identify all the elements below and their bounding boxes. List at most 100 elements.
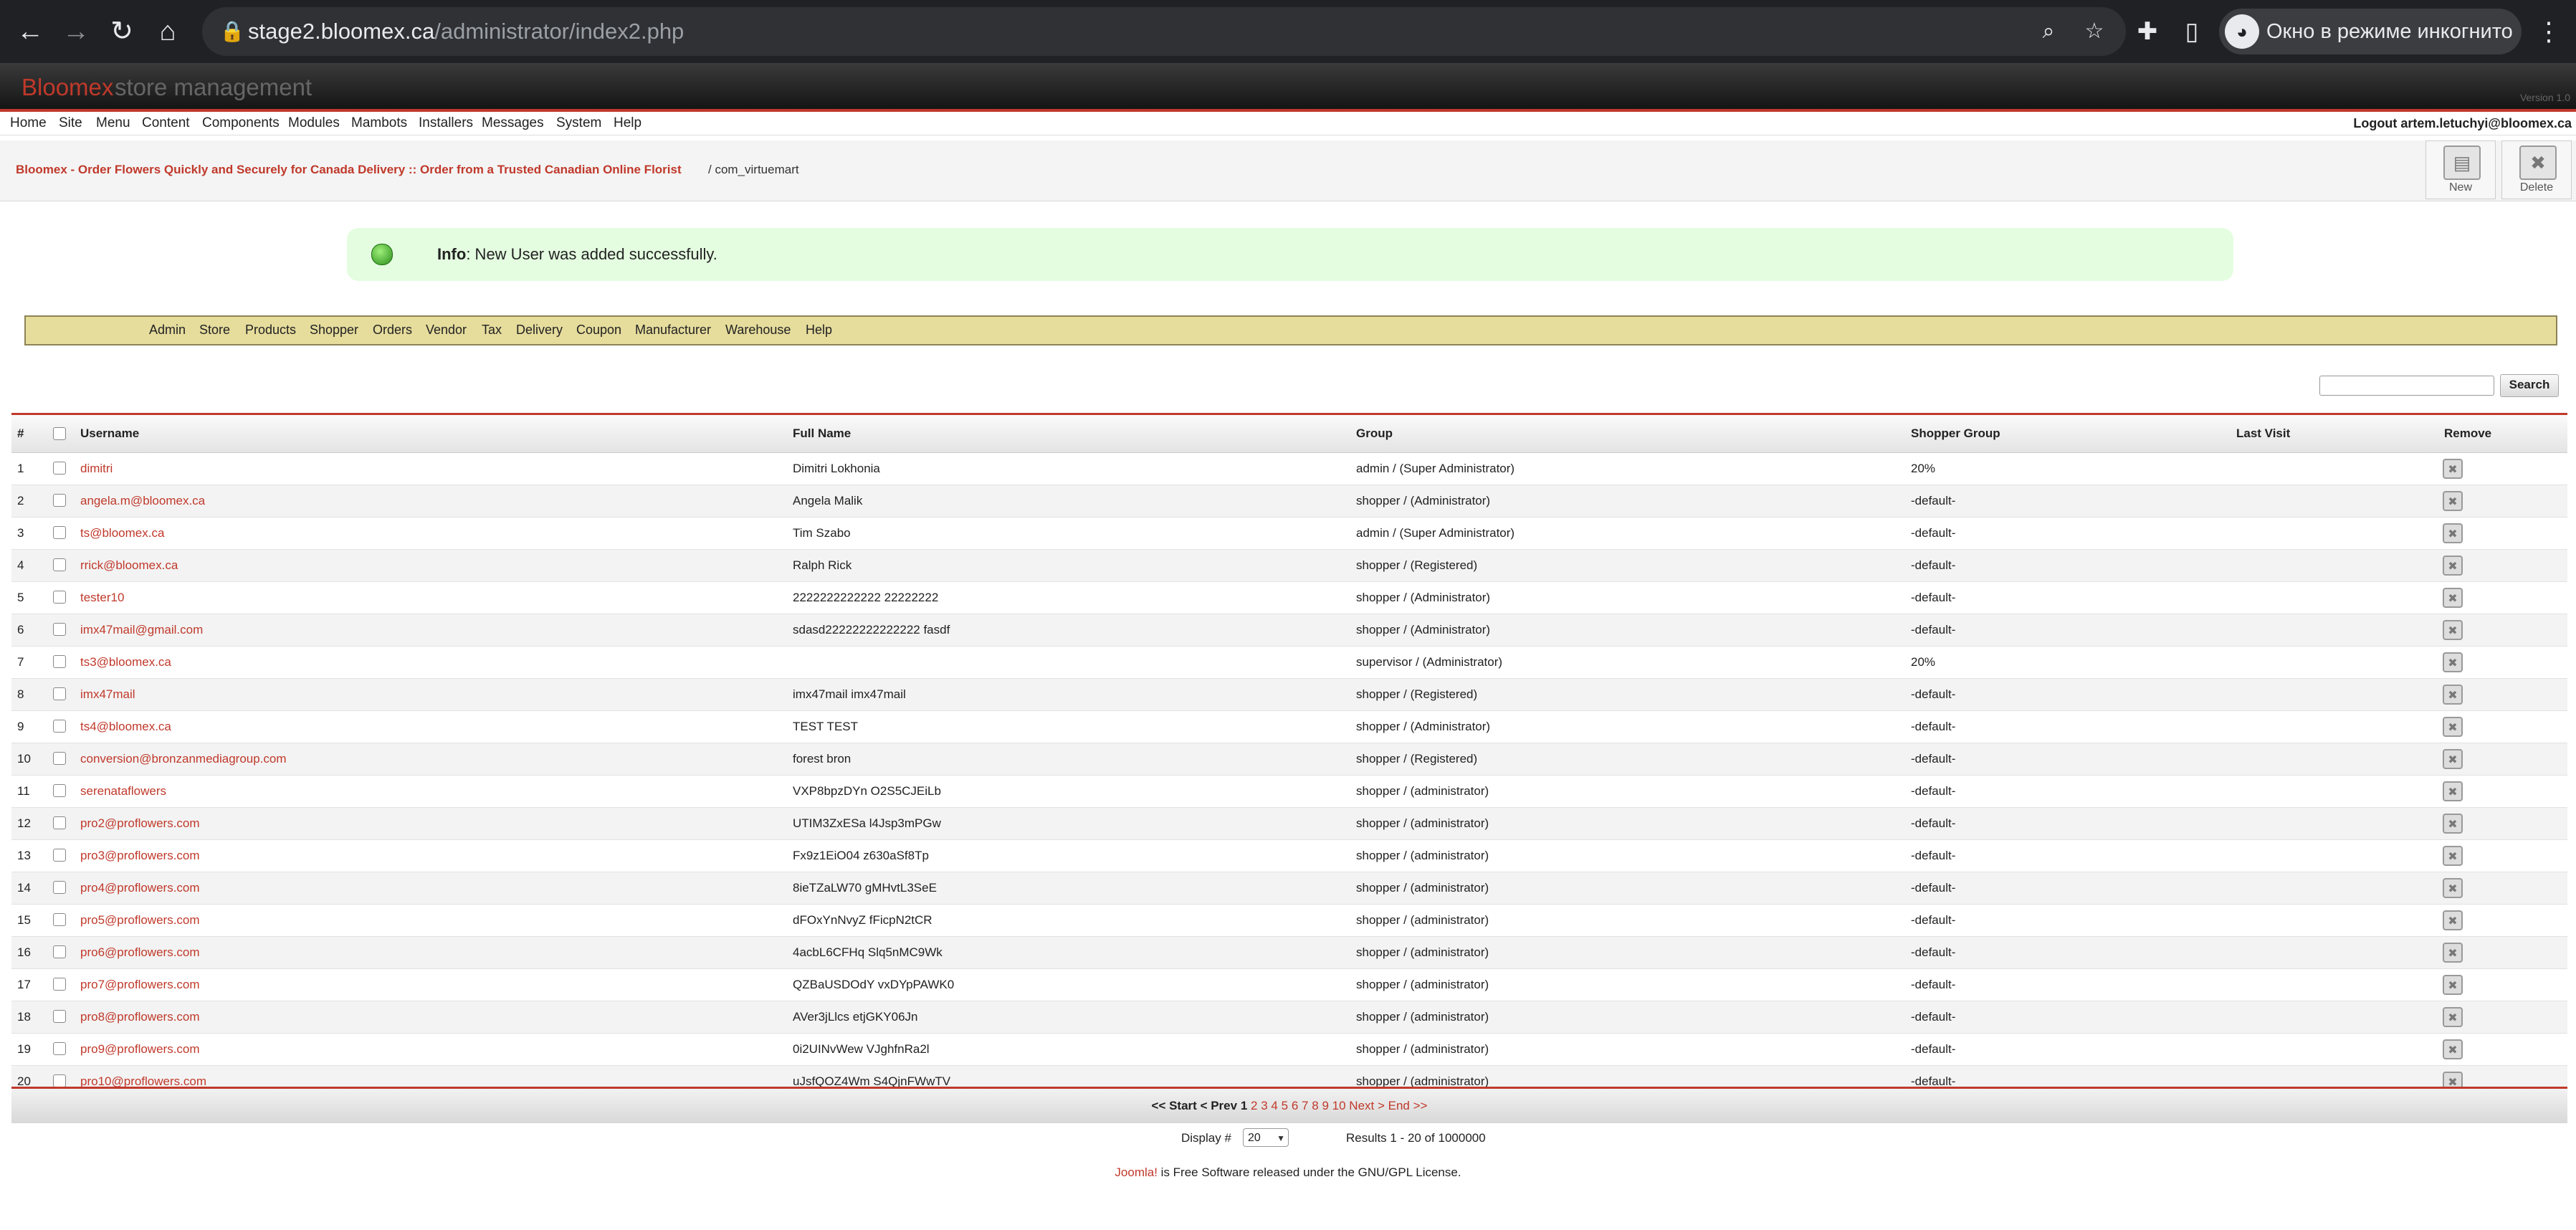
vm-menu-tax[interactable]: Tax [482,321,502,338]
remove-icon[interactable]: ✖ [2443,523,2463,543]
page-end[interactable]: End >> [1388,1099,1428,1112]
username-link[interactable]: pro4@proflowers.com [80,879,200,897]
row-checkbox[interactable] [53,462,66,475]
remove-icon[interactable]: ✖ [2443,717,2463,737]
row-checkbox[interactable] [53,784,66,797]
remove-icon[interactable]: ✖ [2443,749,2463,769]
username-link[interactable]: angela.m@bloomex.ca [80,492,205,510]
username-link[interactable]: pro8@proflowers.com [80,1009,200,1026]
row-checkbox[interactable] [53,913,66,926]
vm-menu-shopper[interactable]: Shopper [310,321,358,338]
side-panel-icon[interactable]: ▯ [2170,10,2213,53]
row-checkbox[interactable] [53,591,66,604]
username-link[interactable]: ts3@bloomex.ca [80,654,171,671]
vm-menu-warehouse[interactable]: Warehouse [725,321,791,338]
row-checkbox[interactable] [53,881,66,894]
vm-menu-manufacturer[interactable]: Manufacturer [635,321,711,338]
username-link[interactable]: pro9@proflowers.com [80,1041,200,1058]
remove-icon[interactable]: ✖ [2443,943,2463,963]
page-link[interactable]: 3 [1261,1099,1267,1112]
vm-menu-coupon[interactable]: Coupon [576,321,621,338]
remove-icon[interactable]: ✖ [2443,814,2463,834]
page-link[interactable]: 2 [1251,1099,1257,1112]
page-link[interactable]: 4 [1271,1099,1277,1112]
row-checkbox[interactable] [53,816,66,829]
remove-icon[interactable]: ✖ [2443,781,2463,801]
menu-site[interactable]: Site [59,115,82,132]
page-next[interactable]: Next > [1349,1099,1385,1112]
username-link[interactable]: pro6@proflowers.com [80,944,200,961]
remove-icon[interactable]: ✖ [2443,685,2463,705]
star-icon[interactable]: ☆ [2080,17,2109,46]
remove-icon[interactable]: ✖ [2443,588,2463,608]
username-link[interactable]: imx47mail [80,686,135,703]
row-checkbox[interactable] [53,623,66,636]
username-link[interactable]: conversion@bronzanmediagroup.com [80,750,287,768]
row-checkbox[interactable] [53,494,66,507]
select-all-checkbox[interactable] [53,427,66,440]
menu-modules[interactable]: Modules [288,115,340,132]
menu-help[interactable]: Help [614,115,641,132]
home-icon[interactable]: ⌂ [146,10,189,53]
username-link[interactable]: ts@bloomex.ca [80,525,164,542]
username-link[interactable]: rrick@bloomex.ca [80,557,178,574]
vm-menu-delivery[interactable]: Delivery [516,321,563,338]
delete-button[interactable]: ✖ Delete [2501,140,2572,199]
remove-icon[interactable]: ✖ [2443,459,2463,479]
vm-menu-admin[interactable]: Admin [149,321,186,338]
menu-installers[interactable]: Installers [419,115,473,132]
row-checkbox[interactable] [53,978,66,991]
vm-menu-help[interactable]: Help [806,321,832,338]
extensions-icon[interactable]: ✚ [2126,10,2169,53]
menu-content[interactable]: Content [142,115,190,132]
remove-icon[interactable]: ✖ [2443,556,2463,576]
menu-system[interactable]: System [556,115,601,132]
remove-icon[interactable]: ✖ [2443,491,2463,511]
remove-icon[interactable]: ✖ [2443,878,2463,898]
row-checkbox[interactable] [53,1074,66,1087]
joomla-link[interactable]: Joomla! [1115,1165,1158,1179]
username-link[interactable]: imx47mail@gmail.com [80,621,203,639]
search-button[interactable]: Search [2500,374,2559,397]
row-checkbox[interactable] [53,945,66,958]
remove-icon[interactable]: ✖ [2443,620,2463,640]
row-checkbox[interactable] [53,558,66,571]
row-checkbox[interactable] [53,526,66,539]
username-link[interactable]: dimitri [80,460,113,477]
zoom-icon[interactable]: ⌕ [2034,17,2063,46]
display-select[interactable]: 20 ▼ [1243,1128,1289,1147]
menu-icon[interactable]: ⋮ [2534,10,2563,53]
row-checkbox[interactable] [53,655,66,668]
menu-mambots[interactable]: Mambots [351,115,407,132]
site-title-link[interactable]: Bloomex - Order Flowers Quickly and Secu… [16,162,682,178]
username-link[interactable]: ts4@bloomex.ca [80,718,171,735]
search-input[interactable] [2319,376,2494,396]
forward-icon[interactable]: → [54,10,97,53]
remove-icon[interactable]: ✖ [2443,910,2463,930]
new-button[interactable]: ▤ New [2425,140,2496,199]
menu-components[interactable]: Components [202,115,280,132]
vm-menu-store[interactable]: Store [199,321,230,338]
username-link[interactable]: pro3@proflowers.com [80,847,200,864]
incognito-badge[interactable]: ◕ Окно в режиме инкогнито [2219,9,2522,54]
row-checkbox[interactable] [53,687,66,700]
username-link[interactable]: serenataflowers [80,783,166,800]
menu-menu[interactable]: Menu [96,115,130,132]
address-bar[interactable]: 🔒 stage2.bloomex.ca/administrator/index2… [202,7,2126,56]
logout-link[interactable]: Logout artem.letuchyi@bloomex.ca [2353,115,2572,132]
page-link[interactable]: 7 [1302,1099,1308,1112]
reload-icon[interactable]: ↻ [100,10,143,53]
remove-icon[interactable]: ✖ [2443,1007,2463,1027]
row-checkbox[interactable] [53,849,66,862]
username-link[interactable]: pro5@proflowers.com [80,912,200,929]
row-checkbox[interactable] [53,720,66,733]
username-link[interactable]: pro7@proflowers.com [80,976,200,993]
page-link[interactable]: 9 [1322,1099,1328,1112]
remove-icon[interactable]: ✖ [2443,652,2463,672]
page-link[interactable]: 8 [1312,1099,1318,1112]
row-checkbox[interactable] [53,752,66,765]
remove-icon[interactable]: ✖ [2443,1039,2463,1059]
lock-icon[interactable]: 🔒 [218,17,247,46]
vm-menu-orders[interactable]: Orders [373,321,412,338]
row-checkbox[interactable] [53,1042,66,1055]
